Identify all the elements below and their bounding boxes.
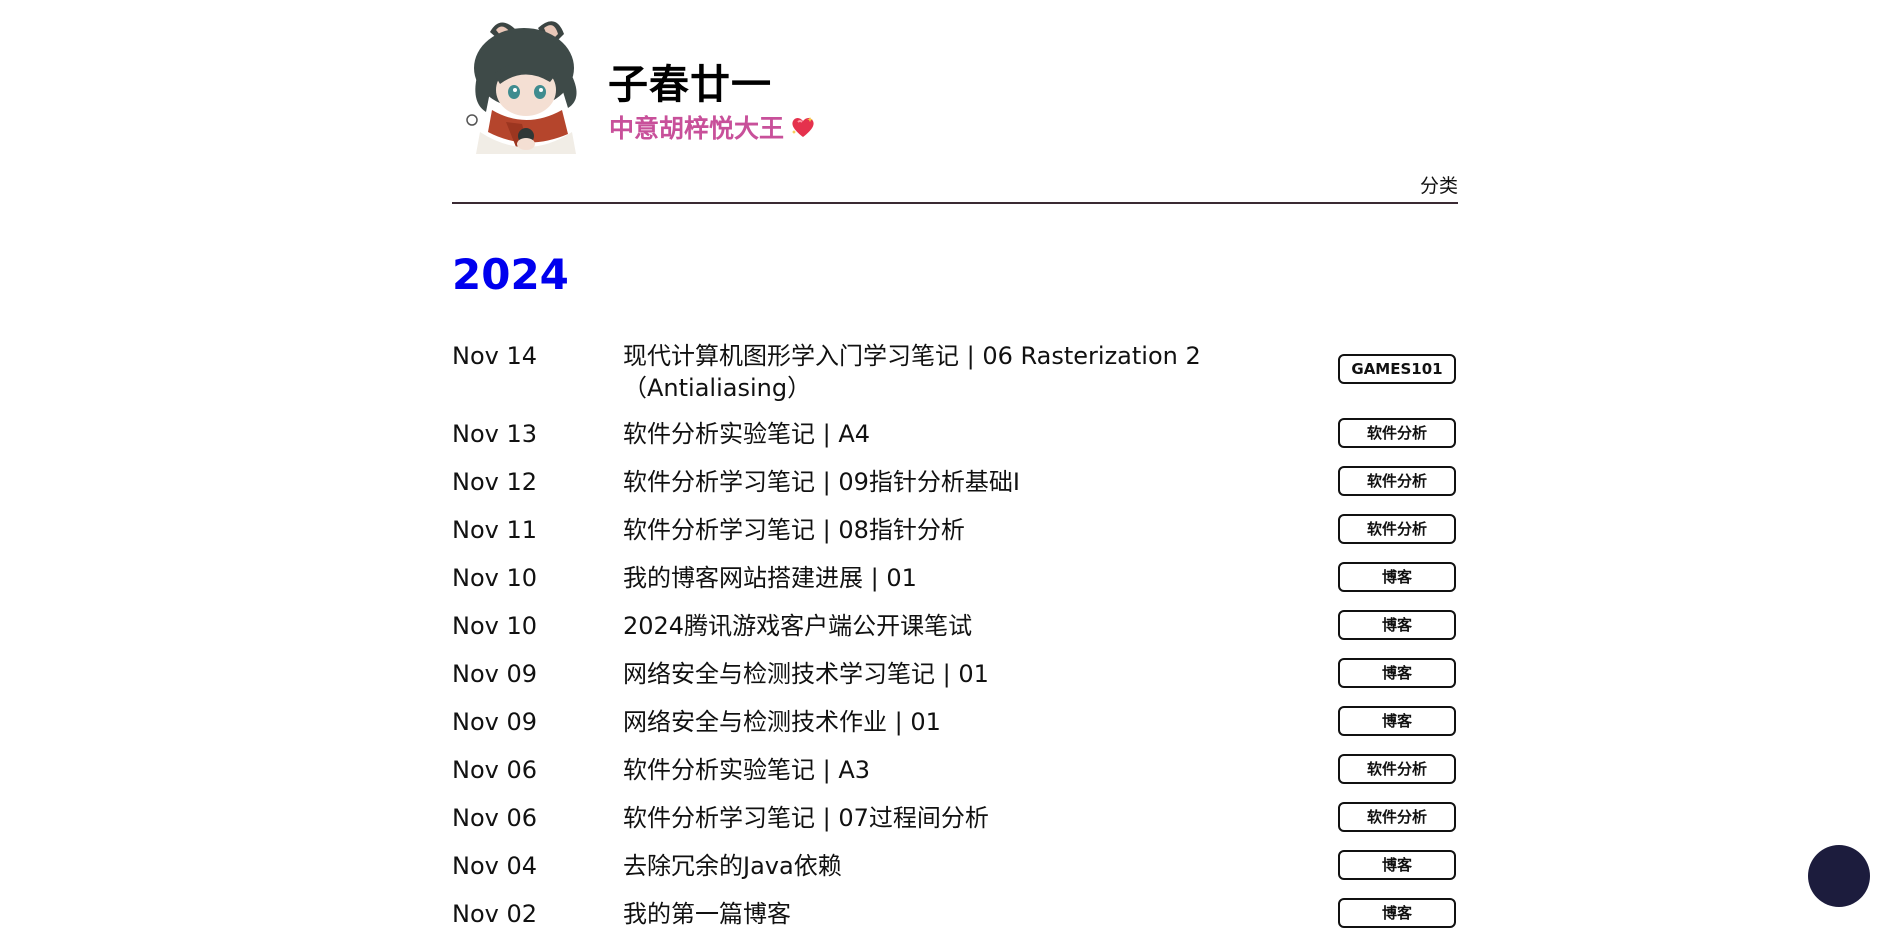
post-row: Nov 12 软件分析学习笔记 | 09指针分析基础I 软件分析 [452,466,1458,514]
nav-category-link[interactable]: 分类 [1420,171,1458,198]
post-row: Nov 06 软件分析学习笔记 | 07过程间分析 软件分析 [452,802,1458,850]
post-list: Nov 14 现代计算机图形学入门学习笔记 | 06 Rasterization… [452,340,1458,936]
page: 子春廿一 中意胡梓悦大王 分类 2024 Nov 14 现代计算机图形学入门学习… [0,0,1890,936]
post-date: Nov 02 [452,900,538,928]
avatar[interactable] [460,12,592,154]
floating-action-button[interactable] [1808,845,1870,907]
post-row: Nov 13 软件分析实验笔记 | A4 软件分析 [452,418,1458,466]
post-date: Nov 12 [452,468,538,496]
post-title-link[interactable]: 网络安全与检测技术作业 | 01 [623,706,1223,738]
post-tag[interactable]: 博客 [1338,850,1456,880]
post-title-link[interactable]: 软件分析实验笔记 | A4 [623,418,1223,450]
post-tag[interactable]: 软件分析 [1338,802,1456,832]
post-tag[interactable]: GAMES101 [1338,354,1456,384]
header-divider [452,202,1458,204]
site-title[interactable]: 子春廿一 [608,52,772,110]
post-title-link[interactable]: 软件分析学习笔记 | 08指针分析 [623,514,1223,546]
post-row: Nov 10 我的博客网站搭建进展 | 01 博客 [452,562,1458,610]
post-date: Nov 11 [452,516,538,544]
post-title-link[interactable]: 去除冗余的Java依赖 [623,850,1223,882]
post-tag[interactable]: 软件分析 [1338,754,1456,784]
post-title-link[interactable]: 我的博客网站搭建进展 | 01 [623,562,1223,594]
post-title-link[interactable]: 软件分析学习笔记 | 09指针分析基础I [623,466,1223,498]
post-date: Nov 04 [452,852,538,880]
site-header: 子春廿一 中意胡梓悦大王 分类 [452,0,1458,205]
post-date: Nov 10 [452,612,538,640]
post-tag[interactable]: 软件分析 [1338,514,1456,544]
post-tag[interactable]: 博客 [1338,610,1456,640]
post-date: Nov 14 [452,342,538,370]
avatar-illustration [466,21,577,154]
post-tag[interactable]: 博客 [1338,898,1456,928]
year-heading: 2024 [452,250,569,299]
site-subtitle-text: 中意胡梓悦大王 [609,114,785,143]
post-tag[interactable]: 博客 [1338,658,1456,688]
post-tag[interactable]: 博客 [1338,706,1456,736]
post-date: Nov 09 [452,660,538,688]
site-subtitle: 中意胡梓悦大王 [609,109,816,146]
post-title-link[interactable]: 现代计算机图形学入门学习笔记 | 06 Rasterization 2（Anti… [623,340,1223,404]
post-title-link[interactable]: 我的第一篇博客 [623,898,1223,930]
post-tag[interactable]: 博客 [1338,562,1456,592]
post-date: Nov 09 [452,708,538,736]
post-tag[interactable]: 软件分析 [1338,466,1456,496]
post-row: Nov 09 网络安全与检测技术作业 | 01 博客 [452,706,1458,754]
post-date: Nov 06 [452,756,538,784]
post-row: Nov 04 去除冗余的Java依赖 博客 [452,850,1458,898]
post-title-link[interactable]: 软件分析实验笔记 | A3 [623,754,1223,786]
post-row: Nov 11 软件分析学习笔记 | 08指针分析 软件分析 [452,514,1458,562]
post-title-link[interactable]: 2024腾讯游戏客户端公开课笔试 [623,610,1223,642]
sparkling-heart-icon [790,114,816,146]
post-row: Nov 06 软件分析实验笔记 | A3 软件分析 [452,754,1458,802]
post-date: Nov 06 [452,804,538,832]
post-row: Nov 14 现代计算机图形学入门学习笔记 | 06 Rasterization… [452,340,1458,418]
post-row: Nov 02 我的第一篇博客 博客 [452,898,1458,936]
post-row: Nov 09 网络安全与检测技术学习笔记 | 01 博客 [452,658,1458,706]
post-title-link[interactable]: 网络安全与检测技术学习笔记 | 01 [623,658,1223,690]
post-row: Nov 10 2024腾讯游戏客户端公开课笔试 博客 [452,610,1458,658]
post-date: Nov 10 [452,564,538,592]
post-title-link[interactable]: 软件分析学习笔记 | 07过程间分析 [623,802,1223,834]
archive-main: 2024 Nov 14 现代计算机图形学入门学习笔记 | 06 Rasteriz… [452,230,1458,928]
post-tag[interactable]: 软件分析 [1338,418,1456,448]
post-date: Nov 13 [452,420,538,448]
